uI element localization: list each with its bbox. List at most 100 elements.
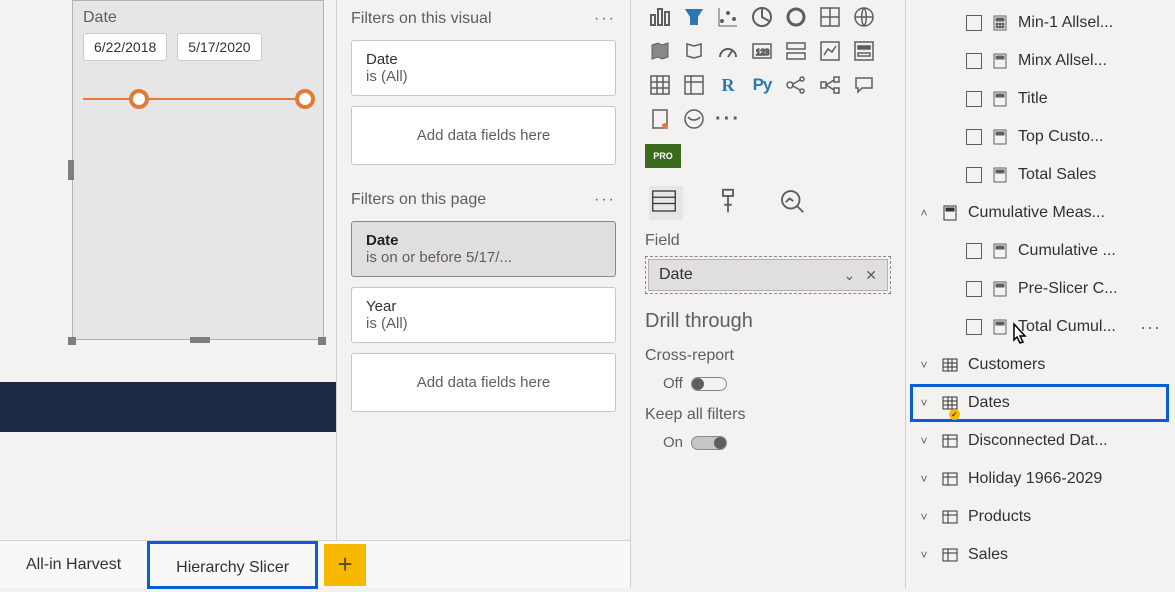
field-chip-date[interactable]: Date ⌄ ✕ — [648, 259, 888, 291]
viz-treemap-icon[interactable] — [815, 2, 845, 32]
field-total-sales[interactable]: Total Sales — [916, 156, 1169, 194]
resize-handle[interactable] — [68, 160, 74, 180]
filters-visual-more-icon[interactable]: ··· — [594, 10, 616, 28]
resize-handle[interactable] — [318, 337, 326, 345]
viz-qna-icon[interactable] — [849, 70, 879, 100]
date-slider[interactable] — [83, 89, 313, 109]
measure-icon — [992, 91, 1008, 107]
field-more-icon[interactable]: ··· — [1140, 317, 1161, 338]
measure-icon — [992, 281, 1008, 297]
chevron-down-icon[interactable]: ˅ — [916, 548, 932, 562]
filter-drop-page[interactable]: Add data fields here — [351, 353, 616, 412]
tab-hierarchy-slicer[interactable]: Hierarchy Slicer — [147, 541, 318, 589]
viz-map-icon[interactable] — [849, 2, 879, 32]
date-start-input[interactable]: 6/22/2018 — [83, 33, 167, 61]
viz-gauge-icon[interactable] — [713, 36, 743, 66]
checkbox[interactable] — [966, 243, 982, 259]
resize-handle[interactable] — [190, 337, 210, 343]
date-end-input[interactable]: 5/17/2020 — [177, 33, 261, 61]
slider-thumb-left[interactable] — [129, 89, 149, 109]
filter-card-date-page[interactable]: Date is on or before 5/17/... — [351, 221, 616, 277]
viz-table-icon[interactable] — [645, 70, 675, 100]
table-products[interactable]: ˅ Products — [916, 498, 1169, 536]
viz-donut-icon[interactable] — [781, 2, 811, 32]
field-minx[interactable]: Minx Allsel... — [916, 42, 1169, 80]
table-holiday[interactable]: ˅ Holiday 1966-2029 — [916, 460, 1169, 498]
field-well[interactable]: Date ⌄ ✕ — [645, 256, 891, 294]
table-icon — [942, 509, 958, 525]
viz-pie-icon[interactable] — [747, 2, 777, 32]
checkbox[interactable] — [966, 129, 982, 145]
viz-key-influencers-icon[interactable] — [781, 70, 811, 100]
viz-slicer-icon[interactable] — [849, 36, 879, 66]
table-cumulative-meas[interactable]: ˄ Cumulative Meas... — [916, 194, 1169, 232]
table-customers[interactable]: ˅ Customers — [916, 346, 1169, 384]
table-sales[interactable]: ˅ Sales — [916, 536, 1169, 574]
tab-all-in-harvest[interactable]: All-in Harvest — [0, 541, 147, 589]
chevron-down-icon[interactable]: ˅ — [916, 472, 932, 486]
checkbox[interactable] — [966, 53, 982, 69]
measure-icon — [992, 15, 1008, 31]
checkbox[interactable] — [966, 167, 982, 183]
viz-filled-map-icon[interactable] — [645, 36, 675, 66]
measure-icon — [992, 53, 1008, 69]
measure-icon — [992, 167, 1008, 183]
viz-multirow-card-icon[interactable] — [781, 36, 811, 66]
field-pre-slicer[interactable]: Pre-Slicer C... — [916, 270, 1169, 308]
fields-pane: Min-1 Allsel... Minx Allsel... Title Top… — [905, 0, 1175, 588]
viz-funnel-icon[interactable] — [679, 2, 709, 32]
table-used-badge: ✓ — [949, 409, 960, 420]
measure-icon — [992, 129, 1008, 145]
table-icon — [942, 547, 958, 563]
drill-through-heading: Drill through — [645, 310, 891, 333]
field-title[interactable]: Title — [916, 80, 1169, 118]
field-cumulative[interactable]: Cumulative ... — [916, 232, 1169, 270]
filter-card-year-page[interactable]: Year is (All) — [351, 287, 616, 343]
checkbox[interactable] — [966, 281, 982, 297]
chevron-down-icon[interactable]: ˅ — [916, 358, 932, 372]
chevron-down-icon[interactable]: ˅ — [916, 510, 932, 524]
analytics-tab-icon[interactable] — [777, 186, 811, 220]
visual-type-grid: 123 R Py ··· — [645, 0, 891, 134]
table-disconnected[interactable]: ˅ Disconnected Dat... — [916, 422, 1169, 460]
add-page-button[interactable]: + — [324, 544, 366, 586]
viz-kpi-icon[interactable] — [815, 36, 845, 66]
slicer-visual[interactable]: Date 6/22/2018 5/17/2020 — [72, 0, 324, 340]
remove-field-icon[interactable]: ✕ — [865, 267, 877, 284]
viz-more-icon[interactable]: ··· — [713, 104, 743, 134]
table-icon — [942, 471, 958, 487]
table-dates[interactable]: ˅ ✓ Dates — [910, 384, 1169, 422]
viz-r-script-icon[interactable]: R — [713, 70, 743, 100]
viz-paginated-icon[interactable] — [645, 104, 675, 134]
format-tab-icon[interactable] — [713, 186, 747, 220]
slider-thumb-right[interactable] — [295, 89, 315, 109]
viz-shape-map-icon[interactable] — [679, 36, 709, 66]
viz-scatter-icon[interactable] — [713, 2, 743, 32]
keep-filters-label: Keep all filters — [645, 406, 891, 424]
field-total-cumul[interactable]: Total Cumul... ··· — [916, 308, 1169, 346]
checkbox[interactable] — [966, 15, 982, 31]
pro-visual-badge[interactable]: PRO — [645, 144, 681, 168]
field-min1[interactable]: Min-1 Allsel... — [916, 4, 1169, 42]
viz-card-icon[interactable]: 123 — [747, 36, 777, 66]
keep-filters-toggle[interactable]: On — [663, 434, 891, 451]
viz-matrix-icon[interactable] — [679, 70, 709, 100]
chevron-down-icon[interactable]: ˅ — [916, 396, 932, 410]
viz-python-icon[interactable]: Py — [747, 70, 777, 100]
resize-handle[interactable] — [68, 337, 76, 345]
cross-report-toggle[interactable]: Off — [663, 375, 891, 392]
chevron-down-icon[interactable]: ˅ — [916, 434, 932, 448]
filter-drop-visual[interactable]: Add data fields here — [351, 106, 616, 165]
filters-page-header: Filters on this page — [351, 191, 486, 209]
viz-decomposition-icon[interactable] — [815, 70, 845, 100]
viz-arcgis-icon[interactable] — [679, 104, 709, 134]
checkbox[interactable] — [966, 319, 982, 335]
chevron-up-icon[interactable]: ˄ — [916, 206, 932, 220]
filter-card-date-visual[interactable]: Date is (All) — [351, 40, 616, 96]
fields-tab-icon[interactable] — [649, 186, 683, 220]
field-top-custo[interactable]: Top Custo... — [916, 118, 1169, 156]
viz-clustered-column-icon[interactable] — [645, 2, 675, 32]
filters-page-more-icon[interactable]: ··· — [594, 191, 616, 209]
checkbox[interactable] — [966, 91, 982, 107]
chevron-down-icon[interactable]: ⌄ — [844, 267, 856, 284]
